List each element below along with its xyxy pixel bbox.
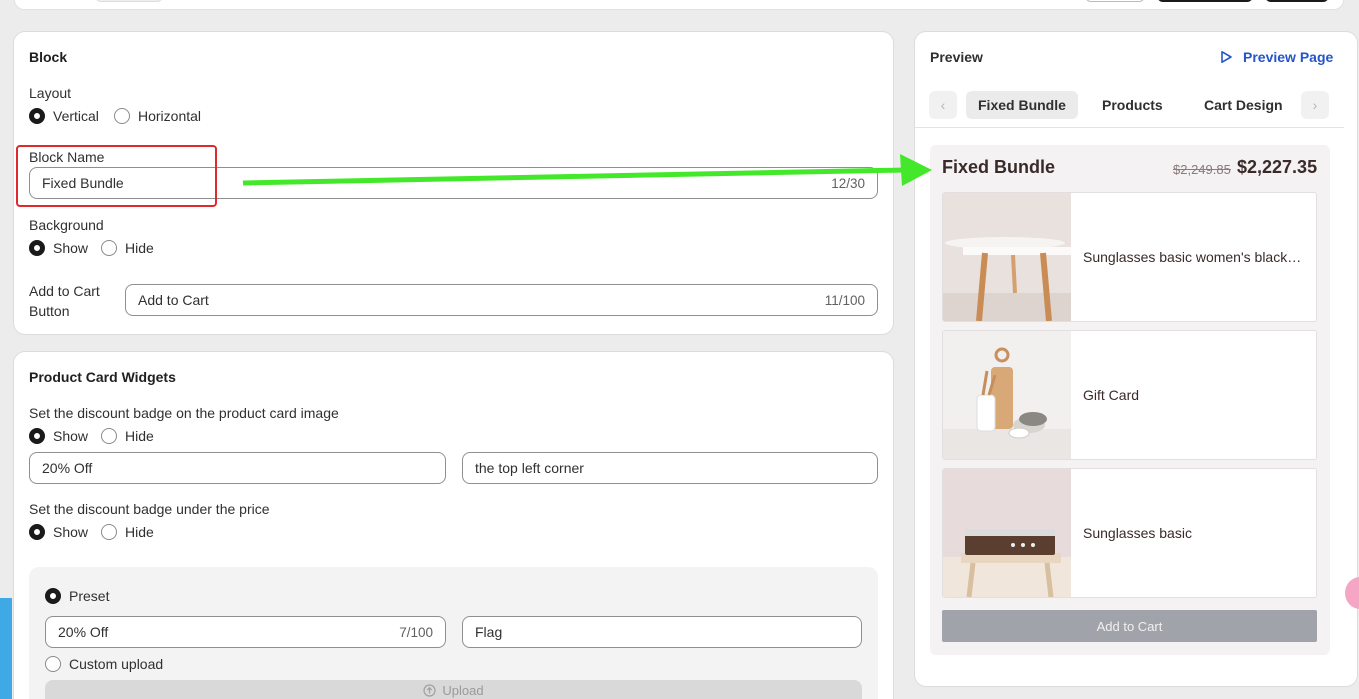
add-to-cart-label-line2: Button bbox=[29, 303, 70, 319]
upload-icon bbox=[423, 683, 436, 697]
product-name-text: Sunglasses basic bbox=[1083, 525, 1192, 541]
discounted-price: $2,227.35 bbox=[1237, 157, 1318, 177]
radio-label: Preset bbox=[69, 588, 110, 604]
radio-dot-selected bbox=[29, 108, 45, 124]
radio-dot-selected bbox=[29, 524, 45, 540]
bundle-title: Fixed Bundle bbox=[942, 157, 1056, 177]
add-to-cart-button[interactable]: Add to Cart bbox=[942, 610, 1317, 642]
badge-text-input[interactable]: 20% Off bbox=[29, 452, 446, 484]
layout-vertical-radio[interactable]: Vertical bbox=[29, 108, 99, 124]
product-name: Gift Card bbox=[1083, 331, 1308, 459]
badge-image-label: Set the discount badge on the product ca… bbox=[29, 405, 339, 421]
upload-label: Upload bbox=[442, 682, 484, 698]
badge-price-label: Set the discount badge under the price bbox=[29, 501, 270, 517]
radio-label: Show bbox=[53, 428, 89, 444]
preview-tabs: ‹ Fixed Bundle Products Cart Design › bbox=[929, 91, 1329, 119]
preset-text-value: 20% Off bbox=[58, 624, 109, 640]
char-counter: 11/100 bbox=[824, 292, 865, 308]
radio-label: Vertical bbox=[53, 108, 99, 124]
badge-position-value: the top left corner bbox=[475, 460, 584, 476]
tab-cart-design[interactable]: Cart Design bbox=[1192, 91, 1295, 119]
product-card: Gift Card bbox=[942, 330, 1317, 460]
chevron-right-icon[interactable]: › bbox=[1301, 91, 1329, 119]
radio-dot-selected bbox=[29, 240, 45, 256]
radio-dot bbox=[101, 524, 117, 540]
product-card: Sunglasses basic bbox=[942, 468, 1317, 598]
top-bar bbox=[14, 0, 1344, 10]
badge-image-hide-radio[interactable]: Hide bbox=[101, 428, 154, 444]
custom-upload-radio[interactable]: Custom upload bbox=[45, 656, 163, 672]
product-name: Sunglasses basic women's black… bbox=[1083, 193, 1308, 321]
record-player-image bbox=[943, 469, 1071, 597]
char-counter: 12/30 bbox=[831, 175, 865, 191]
add-to-cart-label-line1: Add to Cart bbox=[29, 283, 100, 299]
preset-text-input[interactable]: 20% Off 7/100 bbox=[45, 616, 446, 648]
radio-dot bbox=[114, 108, 130, 124]
preview-page-link[interactable]: Preview Page bbox=[1219, 49, 1333, 65]
background-label: Background bbox=[29, 217, 104, 233]
radio-label: Show bbox=[53, 524, 89, 540]
radio-label: Show bbox=[53, 240, 89, 256]
original-price: $2,249.85 bbox=[1173, 162, 1231, 177]
product-name: Sunglasses basic bbox=[1083, 469, 1308, 597]
chevron-left-icon[interactable]: ‹ bbox=[929, 91, 957, 119]
preview-page-label: Preview Page bbox=[1243, 49, 1334, 65]
badge-image-show-radio[interactable]: Show bbox=[29, 428, 88, 444]
background-show-radio[interactable]: Show bbox=[29, 240, 88, 256]
radio-dot bbox=[45, 656, 61, 672]
block-title: Block bbox=[29, 49, 68, 65]
badge-price-hide-radio[interactable]: Hide bbox=[101, 524, 154, 540]
radio-label: Hide bbox=[125, 428, 154, 444]
top-pill-4[interactable] bbox=[1265, 0, 1329, 2]
radio-label: Hide bbox=[125, 240, 154, 256]
preset-radio[interactable]: Preset bbox=[45, 588, 109, 604]
side-strip bbox=[0, 598, 12, 699]
play-icon bbox=[1221, 51, 1232, 63]
add-to-cart-label: Add to Cart Button bbox=[29, 281, 100, 321]
tab-fixed-bundle[interactable]: Fixed Bundle bbox=[966, 91, 1078, 119]
tab-products[interactable]: Products bbox=[1090, 91, 1175, 119]
radio-label: Horizontal bbox=[138, 108, 202, 124]
layout-label: Layout bbox=[29, 85, 72, 101]
radio-label: Hide bbox=[125, 524, 154, 540]
kitchenware-image bbox=[943, 331, 1071, 459]
badge-price-show-radio[interactable]: Show bbox=[29, 524, 88, 540]
divider bbox=[914, 127, 1344, 128]
stool-image bbox=[943, 193, 1071, 321]
radio-dot-selected bbox=[45, 588, 61, 604]
preview-title: Preview bbox=[930, 49, 983, 65]
radio-label: Custom upload bbox=[69, 656, 164, 672]
badge-text-value: 20% Off bbox=[42, 460, 93, 476]
highlight-box bbox=[16, 145, 217, 207]
top-pill-2[interactable] bbox=[1085, 0, 1145, 2]
product-name-text: Sunglasses basic women's black… bbox=[1083, 249, 1302, 265]
top-pill-3[interactable] bbox=[1157, 0, 1253, 2]
char-counter: 7/100 bbox=[399, 624, 433, 640]
product-name-text: Gift Card bbox=[1083, 387, 1140, 403]
layout-horizontal-radio[interactable]: Horizontal bbox=[114, 108, 201, 124]
top-pill-1[interactable] bbox=[95, 0, 163, 2]
upload-button[interactable]: Upload bbox=[45, 680, 862, 699]
badge-position-select[interactable]: the top left corner bbox=[462, 452, 878, 484]
add-to-cart-input[interactable]: Add to Cart 11/100 bbox=[125, 284, 878, 316]
widgets-title: Product Card Widgets bbox=[29, 369, 176, 385]
add-to-cart-value: Add to Cart bbox=[138, 292, 209, 308]
background-hide-radio[interactable]: Hide bbox=[101, 240, 154, 256]
preset-style-select[interactable]: Flag bbox=[462, 616, 862, 648]
radio-dot bbox=[101, 428, 117, 444]
radio-dot bbox=[101, 240, 117, 256]
preset-style-value: Flag bbox=[475, 624, 503, 640]
product-card: Sunglasses basic women's black… bbox=[942, 192, 1317, 322]
radio-dot-selected bbox=[29, 428, 45, 444]
